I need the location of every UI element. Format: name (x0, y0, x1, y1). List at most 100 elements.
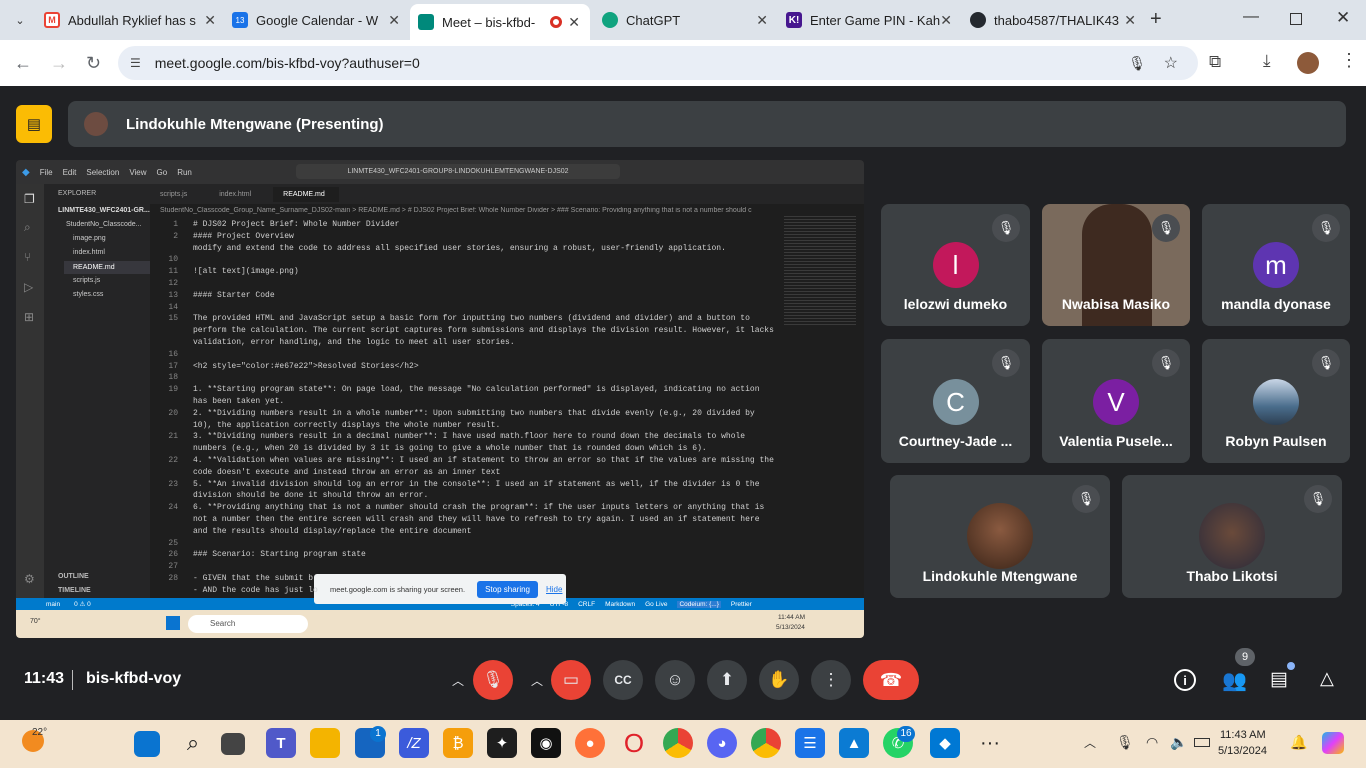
close-icon[interactable]: ✕ (1124, 12, 1136, 29)
url-text[interactable]: meet.google.com/bis-kfbd-voy?authuser=0 (155, 55, 420, 71)
close-icon[interactable]: ✕ (940, 12, 952, 29)
firefox-icon[interactable]: ● (575, 728, 605, 758)
notes-icon[interactable]: ☰ (795, 728, 825, 758)
status-go-live[interactable]: Go Live (645, 601, 667, 608)
copilot-icon[interactable] (1322, 732, 1344, 754)
editor-tab-index[interactable]: index.html (209, 191, 273, 198)
task-view-icon[interactable] (221, 733, 245, 755)
more-options-button[interactable]: ⋮ (811, 660, 851, 700)
minimize-button[interactable]: — (1243, 8, 1259, 26)
chat-icon[interactable]: ▤ (1270, 668, 1288, 691)
start-icon[interactable] (134, 731, 160, 757)
notification-bell-icon[interactable]: 🔔 (1290, 734, 1307, 751)
download-icon[interactable]: ⤓ (1263, 51, 1271, 71)
menu-file[interactable]: File (40, 168, 53, 177)
status-prettier[interactable]: Prettier (731, 601, 752, 608)
close-icon[interactable]: ✕ (756, 12, 768, 29)
forward-icon[interactable]: → (50, 53, 68, 74)
people-icon[interactable]: 👥 (1222, 668, 1247, 693)
tab-chatgpt[interactable]: ChatGPT ✕ (602, 6, 772, 34)
extensions-panel-icon[interactable]: ⊞ (24, 310, 34, 324)
tab-gmail[interactable]: M Abdullah Ryklief has s ✕ (44, 6, 220, 34)
menu-edit[interactable]: Edit (63, 168, 77, 177)
participant-tile-courtney[interactable]: C Courtney-Jade ... 🎙 (881, 339, 1030, 463)
more-menu-icon[interactable]: ⋮ (1340, 50, 1358, 71)
inner-weather[interactable]: 70° (30, 618, 41, 625)
overflow-icon[interactable]: ··· (975, 728, 1005, 758)
timeline-section[interactable]: TIMELINE (58, 587, 91, 594)
participant-tile-nwabisa[interactable]: Nwabisa Masiko 🎙 (1042, 204, 1190, 326)
menu-go[interactable]: Go (157, 168, 168, 177)
opera-icon[interactable]: O (619, 728, 649, 758)
mic-toggle-button[interactable]: 🎙 (473, 660, 513, 700)
audio-options-chevron[interactable]: ︿ (452, 672, 464, 689)
raise-hand-button[interactable]: ✋ (759, 660, 799, 700)
close-window-button[interactable]: ✕ (1336, 8, 1350, 28)
chrome-profile-icon[interactable] (751, 728, 781, 758)
file-readme[interactable]: README.md (64, 261, 150, 274)
wifi-icon[interactable]: ◠ (1146, 734, 1158, 751)
editor-tab-scripts[interactable]: scripts.js (150, 191, 209, 198)
participant-tile-lelozwi[interactable]: l lelozwi dumeko 🎙 (881, 204, 1030, 326)
file-styles[interactable]: styles.css (73, 291, 103, 298)
back-icon[interactable]: ← (14, 53, 32, 74)
teams-icon[interactable]: T (266, 728, 296, 758)
tab-kahoot[interactable]: K! Enter Game PIN - Kah ✕ (786, 6, 956, 34)
file-image[interactable]: image.png (73, 235, 106, 242)
folder-root[interactable]: LINMTE430_WFC2401-GR... (58, 207, 150, 214)
vscode-command-search[interactable]: LINMTE430_WFC2401-GROUP8-LINDOKUHLEMTENG… (296, 164, 620, 179)
participant-tile-robyn[interactable]: Robyn Paulsen 🎙 (1202, 339, 1350, 463)
volume-icon[interactable]: 🔈 (1170, 734, 1187, 751)
inner-time[interactable]: 11:44 AM (778, 614, 805, 621)
omnibox[interactable]: ☰ meet.google.com/bis-kfbd-voy?authuser=… (118, 46, 1198, 80)
camera-toggle-button[interactable]: ▭ (551, 660, 591, 700)
extensions-icon[interactable]: ⧉ (1209, 52, 1221, 72)
participant-tile-valentia[interactable]: V Valentia Pusele... 🎙 (1042, 339, 1190, 463)
source-control-icon[interactable]: ⑂ (24, 250, 31, 264)
settings-gear-icon[interactable]: ⚙ (24, 572, 35, 586)
close-icon[interactable]: ✕ (204, 12, 216, 29)
menu-run[interactable]: Run (177, 168, 192, 177)
present-screen-button[interactable]: ⬆ (707, 660, 747, 700)
status-branch[interactable]: main (46, 601, 60, 608)
menu-view[interactable]: View (129, 168, 146, 177)
activities-icon[interactable]: △ (1320, 668, 1334, 689)
participant-tile-lindokuhle[interactable]: Lindokuhle Mtengwane 🎙 (890, 475, 1110, 598)
file-index[interactable]: index.html (73, 249, 105, 256)
app-icon[interactable]: /Z (399, 728, 429, 758)
tab-github[interactable]: thabo4587/THALIK43 ✕ (970, 6, 1140, 34)
profile-avatar[interactable] (1297, 52, 1319, 74)
restore-button[interactable] (1290, 13, 1302, 25)
video-options-chevron[interactable]: ︿ (531, 672, 543, 689)
chrome-icon[interactable] (663, 728, 693, 758)
clock-time[interactable]: 11:43 AM (1220, 729, 1266, 741)
inner-date[interactable]: 5/13/2024 (776, 624, 805, 631)
tray-mic-icon[interactable]: 🎙 (1116, 734, 1134, 751)
captions-button[interactable]: CC (603, 660, 643, 700)
clock-date[interactable]: 5/13/2024 (1218, 745, 1267, 757)
discord-icon[interactable]: ◕ (707, 728, 737, 758)
outline-section[interactable]: OUTLINE (58, 573, 89, 580)
bookmark-star-icon[interactable]: ☆ (1164, 53, 1178, 73)
files-icon[interactable]: ❐ (24, 192, 35, 206)
readme-code[interactable]: # DJS02 Project Brief: Whole Number Divi… (193, 219, 793, 597)
tab-meet[interactable]: Meet – bis-kfbd- ✕ (410, 4, 590, 40)
vscode-icon[interactable]: ◆ (930, 728, 960, 758)
new-tab-button[interactable]: + (1150, 8, 1162, 31)
file-explorer-icon[interactable] (310, 728, 340, 758)
status-language[interactable]: Markdown (605, 601, 635, 608)
tab-calendar[interactable]: 13 Google Calendar - W ✕ (232, 6, 404, 34)
battery-icon[interactable] (1194, 738, 1210, 747)
photos-icon[interactable]: ▲ (839, 728, 869, 758)
participant-tile-mandla[interactable]: m mandla dyonase 🎙 (1202, 204, 1350, 326)
tray-chevron-icon[interactable]: ︿ (1084, 734, 1096, 751)
editor-tab-readme[interactable]: README.md (273, 186, 339, 202)
close-icon[interactable]: ✕ (388, 12, 400, 29)
folder-student[interactable]: StudentNo_Classcode... (66, 221, 142, 228)
leave-call-button[interactable]: ☎ (863, 660, 919, 700)
microphone-icon[interactable]: 🎙 (1128, 55, 1146, 72)
emoji-reactions-button[interactable]: ☺ (655, 660, 695, 700)
file-scripts[interactable]: scripts.js (73, 277, 100, 284)
status-eol[interactable]: CRLF (578, 601, 595, 608)
status-problems[interactable]: 0 ⚠ 0 (74, 600, 91, 608)
